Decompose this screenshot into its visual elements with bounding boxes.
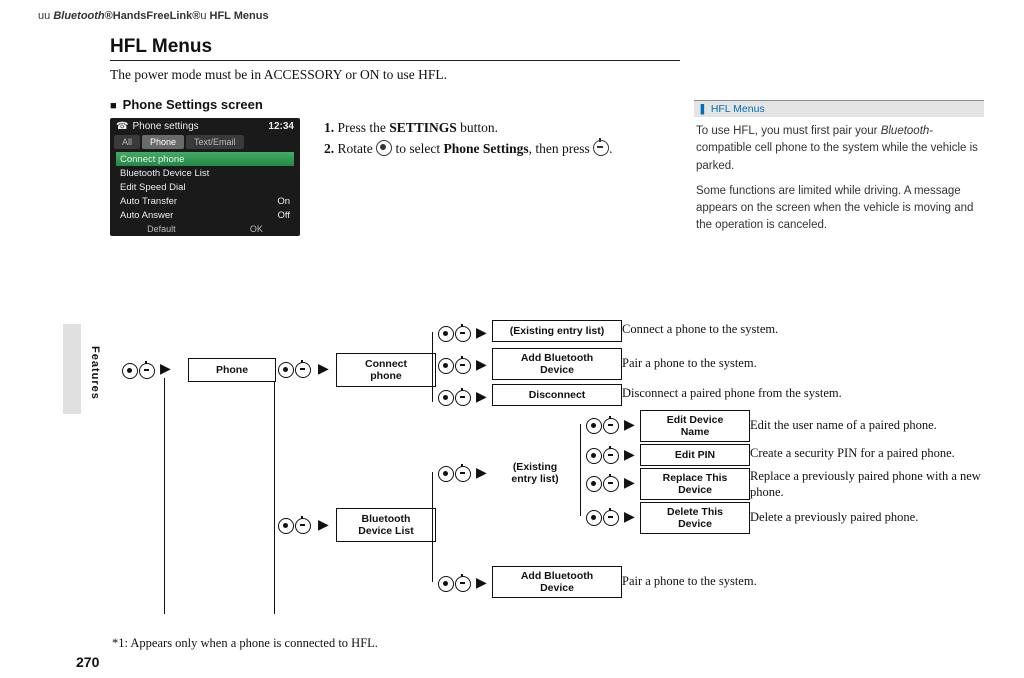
phone-settings-screenshot: Phone settings12:34 All Phone Text/Email…: [110, 118, 300, 236]
node-phone: Phone: [188, 358, 276, 382]
page-title: HFL Menus: [110, 36, 990, 58]
features-tab-bar: [63, 324, 81, 414]
node-add-bt-2: Add Bluetooth Device: [492, 566, 622, 598]
node-connect-phone: Connect phone: [336, 353, 436, 387]
node-disconnect: Disconnect: [492, 384, 622, 406]
node-bt-device-list: Bluetooth Device List: [336, 508, 436, 542]
node-add-bt-1: Add Bluetooth Device: [492, 348, 622, 380]
page-number: 270: [76, 654, 99, 670]
instruction-steps: 1. Press the SETTINGS button. 2. Rotate …: [324, 118, 613, 160]
press-dial-icon: [593, 140, 609, 156]
node-edit-device-name: Edit Device Name: [640, 410, 750, 442]
breadcrumb: uu Bluetooth®HandsFreeLink®u HFL Menus: [38, 10, 990, 22]
node-delete-device: Delete This Device: [640, 502, 750, 534]
node-replace-device: Replace This Device: [640, 468, 750, 500]
node-existing-list: (Existing entry list): [492, 320, 622, 342]
features-tab-label: Features: [89, 346, 101, 400]
rotate-dial-icon: [376, 140, 392, 156]
node-existing-list-2: (Existing entry list): [492, 458, 578, 488]
title-rule: [110, 60, 680, 61]
node-edit-pin: Edit PIN: [640, 444, 750, 466]
intro-text: The power mode must be in ACCESSORY or O…: [110, 67, 990, 83]
side-note: ❚HFL Menus To use HFL, you must first pa…: [694, 100, 984, 241]
footnote: *1: Appears only when a phone is connect…: [112, 636, 378, 651]
